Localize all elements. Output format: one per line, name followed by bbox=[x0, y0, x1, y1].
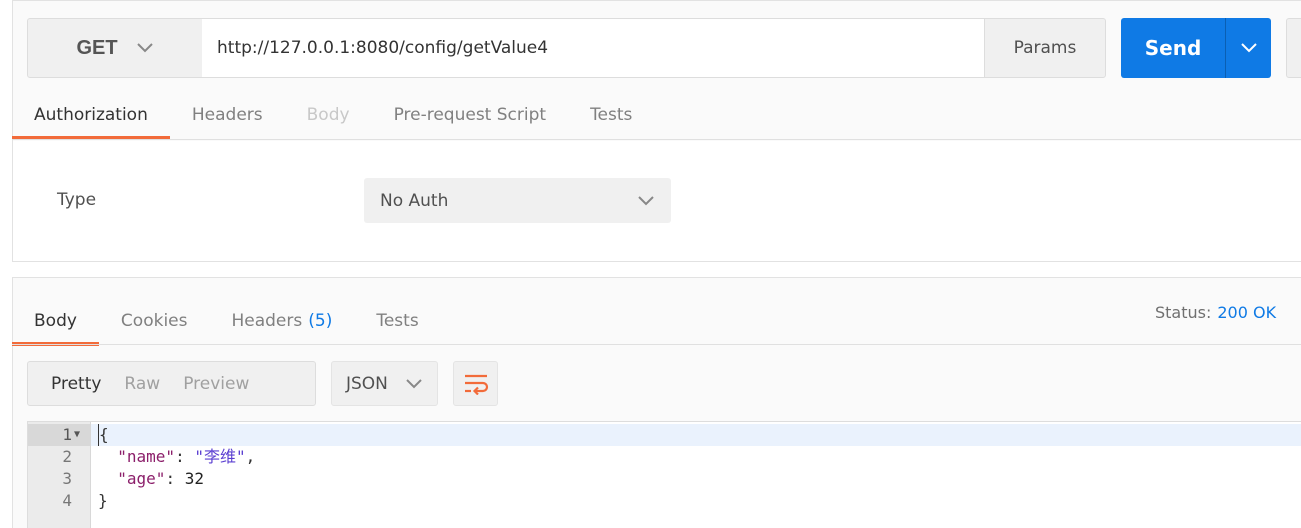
code-line: 4 } bbox=[28, 490, 1301, 512]
tabs-divider bbox=[12, 139, 1301, 140]
view-preview-button[interactable]: Preview bbox=[160, 362, 249, 405]
tab-response-tests[interactable]: Tests bbox=[354, 296, 440, 346]
response-tabs: Body Cookies Headers (5) Tests bbox=[12, 296, 441, 346]
auth-type-value: No Auth bbox=[380, 190, 449, 211]
line-number: 1 bbox=[28, 424, 91, 446]
chevron-down-icon bbox=[638, 195, 654, 205]
view-mode-group: Pretty Raw Preview bbox=[27, 361, 316, 406]
json-string-value: "李维" bbox=[194, 447, 246, 466]
format-select[interactable]: JSON bbox=[331, 361, 438, 406]
status-value[interactable]: 200 OK bbox=[1217, 303, 1276, 322]
brace-open: { bbox=[99, 425, 109, 444]
wrap-lines-button[interactable] bbox=[453, 361, 498, 406]
wrap-lines-icon bbox=[464, 374, 488, 395]
json-key: "name" bbox=[117, 447, 176, 466]
line-number: 3 bbox=[62, 469, 72, 488]
tab-response-headers-label: Headers bbox=[231, 311, 303, 331]
response-tabs-divider bbox=[12, 344, 1301, 345]
chevron-down-icon bbox=[406, 378, 422, 388]
code-text: { bbox=[98, 424, 109, 446]
status-label: Status: bbox=[1155, 303, 1212, 322]
tab-headers[interactable]: Headers bbox=[170, 90, 285, 140]
tab-tests[interactable]: Tests bbox=[568, 90, 654, 140]
code-line: 2 "name": "李维", bbox=[28, 446, 1301, 468]
view-pretty-button[interactable]: Pretty bbox=[28, 362, 101, 405]
fold-arrow-icon[interactable]: ▼ bbox=[74, 424, 80, 446]
format-value: JSON bbox=[346, 373, 388, 394]
view-raw-button[interactable]: Raw bbox=[101, 362, 160, 405]
code-line: 3 "age": 32 bbox=[28, 468, 1301, 490]
method-select[interactable]: GET bbox=[27, 18, 203, 78]
send-dropdown-button[interactable] bbox=[1226, 18, 1271, 78]
line-number: 2 bbox=[62, 447, 72, 466]
response-status: Status: 200 OK bbox=[1155, 303, 1276, 322]
brace-close: } bbox=[98, 491, 108, 510]
auth-type-label: Type bbox=[57, 190, 97, 210]
code-text: "name": "李维", bbox=[117, 447, 256, 466]
code-text: } bbox=[98, 490, 108, 512]
json-number-value: 32 bbox=[184, 469, 204, 488]
send-button-group: Send bbox=[1121, 18, 1271, 78]
code-line: 1 ▼ { bbox=[28, 424, 1301, 446]
headers-count-badge: (5) bbox=[308, 311, 333, 331]
request-tabs: Authorization Headers Body Pre-request S… bbox=[12, 90, 654, 140]
chevron-down-icon bbox=[136, 43, 153, 53]
chevron-down-icon bbox=[1240, 43, 1257, 53]
tab-cookies[interactable]: Cookies bbox=[99, 296, 210, 346]
code-text: "age": 32 bbox=[117, 469, 204, 488]
tab-authorization[interactable]: Authorization bbox=[12, 90, 170, 140]
tab-response-headers[interactable]: Headers (5) bbox=[209, 296, 354, 346]
tab-response-body[interactable]: Body bbox=[12, 296, 99, 346]
line-number: 4 bbox=[62, 491, 72, 510]
tab-pre-request-script[interactable]: Pre-request Script bbox=[372, 90, 569, 140]
tab-body[interactable]: Body bbox=[285, 90, 372, 140]
response-body-editor[interactable]: 1 ▼ { 2 "name": "李维", 3 "age": 32 4 } bbox=[27, 421, 1301, 528]
save-button[interactable] bbox=[1286, 18, 1301, 78]
json-key: "age" bbox=[117, 469, 166, 488]
auth-type-select[interactable]: No Auth bbox=[364, 178, 671, 223]
method-label: GET bbox=[76, 36, 118, 59]
send-button[interactable]: Send bbox=[1121, 18, 1225, 78]
params-button[interactable]: Params bbox=[984, 18, 1106, 78]
url-input[interactable] bbox=[202, 18, 985, 78]
